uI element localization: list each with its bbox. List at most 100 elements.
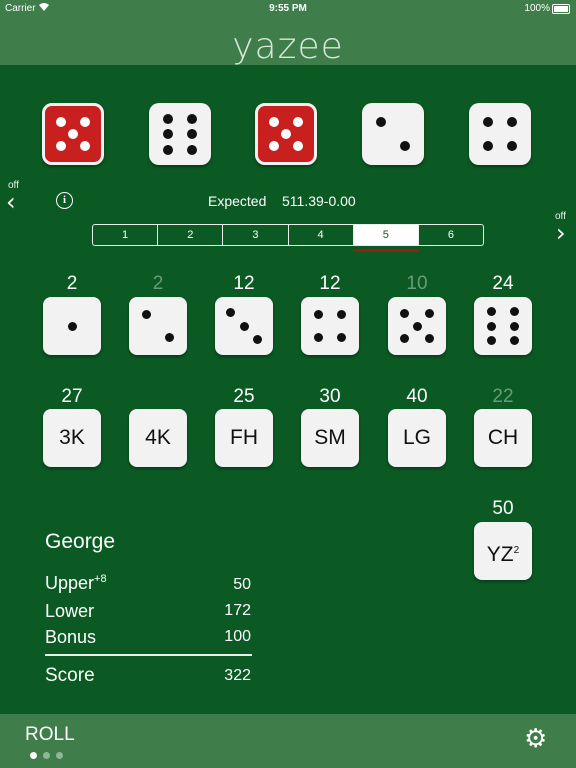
die-pip — [412, 321, 422, 331]
segment-1[interactable]: 1 — [93, 225, 159, 245]
die-pip — [187, 129, 198, 139]
upper-value: 50 — [233, 576, 251, 593]
die-pip — [486, 336, 496, 345]
roll-button[interactable]: ROLL — [25, 724, 75, 746]
upper-tile-3[interactable] — [215, 297, 273, 355]
expected-value: 511.39-0.00 — [282, 193, 356, 209]
selected-segment-indicator — [353, 249, 419, 252]
upper-tile-1[interactable] — [43, 297, 101, 355]
lower-score-sm: 30 — [319, 386, 341, 407]
segment-5[interactable]: 5 — [353, 225, 419, 245]
die-pip — [268, 116, 279, 127]
lower-score-lg: 40 — [406, 386, 428, 407]
die-pip — [337, 333, 347, 343]
upper-score-4: 12 — [319, 273, 341, 294]
held-die[interactable] — [255, 103, 317, 165]
lower-tile-lg[interactable]: LG — [388, 409, 446, 467]
die-pip — [162, 129, 173, 139]
lower-score-fh: 25 — [233, 386, 255, 407]
die[interactable] — [362, 103, 424, 165]
lower-tile-sm[interactable]: SM — [301, 409, 359, 467]
score-divider — [45, 654, 252, 656]
lower-score-3k: 27 — [61, 386, 83, 407]
die-pip — [510, 336, 520, 345]
die-pip — [55, 116, 66, 127]
upper-score-2: 2 — [152, 273, 164, 294]
held-die[interactable] — [42, 103, 104, 165]
die-pip — [486, 307, 496, 316]
die-pip — [68, 129, 78, 139]
die-pip — [313, 309, 323, 319]
yahtzee-button[interactable]: YZ2 — [474, 522, 532, 580]
die-pip — [510, 307, 520, 316]
die-pip — [425, 334, 435, 344]
clock: 9:55 PM — [269, 3, 307, 14]
upper-tile-6[interactable] — [474, 297, 532, 355]
lower-tile-ch[interactable]: CH — [474, 409, 532, 467]
upper-score-3: 12 — [233, 273, 255, 294]
segment-2[interactable]: 2 — [158, 225, 224, 245]
die-pip — [252, 334, 262, 344]
yahtzee-superscript: 2 — [513, 545, 520, 556]
app-title: yazee — [232, 26, 344, 67]
die-pip — [482, 116, 493, 127]
yahtzee-score: 50 — [492, 498, 514, 519]
lower-tile-4k[interactable]: 4K — [129, 409, 187, 467]
segment-4[interactable]: 4 — [289, 225, 354, 245]
die-pip — [400, 141, 411, 152]
upper-tile-5[interactable] — [388, 297, 446, 355]
status-bar: Carrier 9:55 PM 100% — [0, 0, 576, 18]
upper-tile-2[interactable] — [129, 297, 187, 355]
upper-score-5: 10 — [406, 273, 428, 294]
die-pip — [425, 308, 435, 318]
die-pip — [80, 141, 91, 152]
page-dot[interactable] — [30, 752, 37, 759]
score-value: 322 — [224, 667, 251, 684]
die-pip — [399, 308, 409, 318]
battery-icon — [552, 4, 570, 14]
die[interactable] — [469, 103, 531, 165]
yahtzee-label: YZ — [486, 543, 514, 566]
page-dot[interactable] — [56, 752, 63, 759]
gear-icon[interactable]: ⚙ — [524, 726, 547, 752]
player-name: George — [45, 530, 116, 553]
page-indicator[interactable] — [30, 746, 69, 764]
navigation-bar: yazee — [0, 18, 576, 67]
lower-tile-fh[interactable]: FH — [215, 409, 273, 467]
roll-segmented-control: 123456 — [92, 224, 484, 246]
die-pip — [141, 309, 151, 319]
die-pip — [375, 116, 386, 127]
die[interactable] — [149, 103, 211, 165]
die-pip — [67, 321, 77, 331]
bottom-toolbar: ROLL ⚙ — [0, 714, 576, 768]
upper-score-6: 24 — [492, 273, 514, 294]
die-pip — [507, 116, 518, 127]
upper-score-1: 2 — [66, 273, 78, 294]
die-pip — [162, 113, 173, 124]
die-pip — [239, 321, 249, 331]
chevron-right-icon[interactable]: › — [556, 219, 566, 247]
die-pip — [293, 141, 304, 152]
bonus-value: 100 — [224, 628, 251, 645]
die-pip — [482, 141, 493, 152]
segment-6[interactable]: 6 — [419, 225, 483, 245]
upper-tile-4[interactable] — [301, 297, 359, 355]
chevron-left-icon[interactable]: ‹ — [6, 188, 16, 216]
die-pip — [486, 321, 496, 331]
die-pip — [293, 116, 304, 127]
info-icon[interactable]: i — [56, 192, 73, 209]
die-pip — [187, 144, 198, 155]
die-pip — [187, 113, 198, 124]
die-pip — [281, 129, 291, 139]
die-pip — [226, 308, 236, 318]
lower-score-ch: 22 — [492, 386, 514, 407]
die-pip — [337, 309, 347, 319]
page-dot[interactable] — [43, 752, 50, 759]
die-pip — [268, 141, 279, 152]
die-pip — [55, 141, 66, 152]
lower-tile-3k[interactable]: 3K — [43, 409, 101, 467]
segment-3[interactable]: 3 — [223, 225, 289, 245]
battery-percent: 100% — [524, 3, 550, 14]
die-pip — [399, 334, 409, 344]
die-pip — [165, 333, 175, 343]
